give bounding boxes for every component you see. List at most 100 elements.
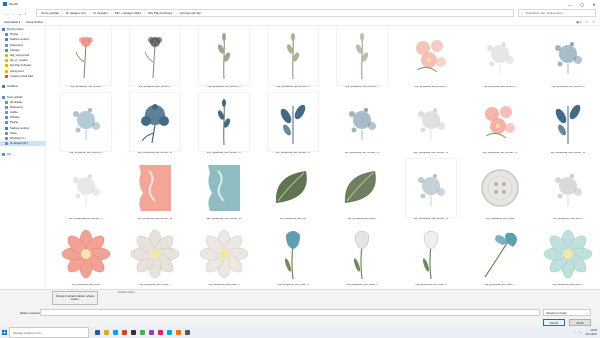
image-thumbnail <box>199 159 249 217</box>
file-tile[interactable]: dsp_springmood_elite_brushes_14 <box>400 93 462 159</box>
file-tile[interactable]: dsp_springmood_elite_leaf <box>262 159 324 225</box>
breadcrumb-item[interactable]: dt. designs (D:) <box>66 11 86 15</box>
image-thumbnail <box>199 225 249 283</box>
clock-date: 25.2.2021 <box>585 332 597 336</box>
taskbar-app-icon[interactable] <box>104 330 109 335</box>
taskbar-app-icon[interactable] <box>158 330 163 335</box>
volume-icon[interactable]: ◖ <box>580 331 582 334</box>
file-name: dsp_springmood_elite_leaf_2 <box>347 218 377 220</box>
clock[interactable]: 10:54 25.2.2021 <box>585 329 597 335</box>
file-tile[interactable]: dsp_springmood_elite_brushes_7 <box>469 27 531 93</box>
image-thumbnail <box>543 27 593 85</box>
file-tile[interactable]: dsp_springmood_elite_flower_2 <box>124 225 186 289</box>
dialog-footer: Chcete-li zobrazit náhled, vyberte soubo… <box>0 289 600 327</box>
file-tile[interactable]: dsp_springmood_elite_flower_5 <box>331 225 393 289</box>
search-input[interactable]: ⌕ Prohledat: dsp_springmood <box>518 9 596 17</box>
recent-dropdown-icon[interactable]: ⌄ <box>18 11 21 16</box>
filetype-select[interactable]: Všechny formáty ⌄ <box>543 309 591 316</box>
thumbnail-graphic <box>484 232 517 278</box>
cancel-button[interactable]: Zrušit <box>569 319 591 326</box>
image-thumbnail <box>268 225 318 283</box>
breadcrumb-separator-icon: › <box>175 11 177 15</box>
preview-pane-icon[interactable]: ▭ <box>585 20 588 24</box>
file-tile[interactable]: dsp_springmood_elite_brushes_16 <box>537 93 599 159</box>
organize-button[interactable]: Uspořádat ▾ <box>4 20 20 24</box>
minimize-button[interactable]: — <box>564 0 576 8</box>
file-name: dsp_springmood_elite_flower1 <box>553 218 583 220</box>
file-tile[interactable]: dsp_springmood_elite_brushes_13 <box>331 93 393 159</box>
breadcrumb-separator-icon: › <box>89 11 91 15</box>
help-icon[interactable]: ? <box>592 20 594 24</box>
file-tile[interactable]: dsp_springmood_elite_brushes_15 <box>469 93 531 159</box>
file-tile[interactable]: dsp_springmood_elite_flower1 <box>537 159 599 225</box>
up-icon[interactable]: ↑ <box>24 11 26 16</box>
file-tile[interactable]: dsp_springmood_elite_brushes_10 <box>124 93 186 159</box>
taskbar-search[interactable]: Hledejte zadáním textu <box>9 327 89 338</box>
breadcrumb-item[interactable]: Kits Play February <box>148 11 173 15</box>
taskbar-app-icon[interactable] <box>185 330 190 335</box>
close-button[interactable]: ✕ <box>588 0 600 8</box>
breadcrumb-separator-icon: › <box>61 11 63 15</box>
new-folder-button[interactable]: Nová složka <box>26 20 42 24</box>
taskbar-app-icon[interactable] <box>167 330 172 335</box>
file-tile[interactable]: dsp_springmood_elite_brushes_8 <box>537 27 599 93</box>
file-tile[interactable]: dsp_springmood_elite_brushes_19 <box>193 159 255 225</box>
thumbnail-graphic <box>217 99 231 146</box>
file-tile[interactable]: dsp_springmood_elite_flower <box>55 225 117 289</box>
taskbar-app-icon[interactable] <box>122 330 127 335</box>
file-name: dsp_springmood_elite_brushes_20 <box>413 218 449 220</box>
breadcrumb-item[interactable]: springmood dsp <box>180 11 201 15</box>
file-tile[interactable]: dsp_springmood_elite_brushes_2 <box>124 27 186 93</box>
file-name: dsp_springmood_elite_brushes_5 <box>345 86 379 88</box>
breadcrumb-item[interactable]: dt. designs <box>93 11 108 15</box>
file-tile[interactable]: dsp_springmood_elite_flower_6 <box>400 225 462 289</box>
sidebar-item-label: Stažené soubory <box>10 126 30 130</box>
image-thumbnail <box>130 93 180 151</box>
file-tile[interactable]: dsp_springmood_elite_brushes_4 <box>262 27 324 93</box>
taskbar-app-icon[interactable] <box>176 330 181 335</box>
forward-icon[interactable]: → <box>11 11 15 16</box>
file-tile[interactable]: dsp_springmood_elite_brushes_18 <box>124 159 186 225</box>
taskbar-app-icon[interactable] <box>140 330 145 335</box>
folder-icon <box>5 131 8 135</box>
file-tile[interactable]: dsp_springmood_elite_brushes_12 <box>262 93 324 159</box>
open-button[interactable]: Otevřít <box>543 319 565 326</box>
breadcrumb-item[interactable]: Kits + designs 2021 <box>115 11 141 15</box>
file-tile[interactable]: dsp_springmood_elite_flower_8 <box>537 225 599 289</box>
title-bar: Otevřít — ▢ ✕ <box>0 0 600 8</box>
file-tile[interactable]: dsp_springmood_elite_brushes_3 <box>193 27 255 93</box>
maximize-button[interactable]: ▢ <box>576 0 588 8</box>
taskbar-app-icon[interactable] <box>95 330 100 335</box>
thumbnail-graphic <box>130 229 180 279</box>
breadcrumb[interactable]: Tento počítač › dt. designs (D:) › dt. desig… <box>36 9 514 17</box>
file-tile[interactable]: dsp_springmood_elite_brushes_9 <box>55 93 117 159</box>
file-name: dsp_springmood_elite_brushes_18 <box>137 218 173 220</box>
file-tile[interactable]: dsp_springmood_elite_flower_4 <box>262 225 324 289</box>
back-icon[interactable]: ← <box>4 11 8 16</box>
taskbar-app-icon[interactable] <box>149 330 154 335</box>
folder-icon <box>5 100 8 104</box>
file-tile[interactable]: dsp_springmood_elite_brushes_11 <box>193 93 255 159</box>
file-tile[interactable]: dsp_springmood_elite_flower_3 <box>193 225 255 289</box>
file-tile[interactable]: dsp_springmood_elite_brushes_17 <box>55 159 117 225</box>
file-tile[interactable]: dsp_springmood_elite_brushes_5 <box>331 27 393 93</box>
thumbnail-graphic <box>141 104 169 144</box>
taskbar-app-icon[interactable] <box>113 330 118 335</box>
file-tile[interactable]: dsp_springmood_elite_flower_7 <box>469 225 531 289</box>
image-thumbnail <box>61 93 111 151</box>
windows-start-icon[interactable] <box>0 327 9 338</box>
breadcrumb-item[interactable]: Tento počítač <box>41 11 59 15</box>
filename-field[interactable] <box>40 309 540 316</box>
view-options-icon[interactable]: ▦ ▾ <box>576 20 581 24</box>
file-tile[interactable]: dsp_springmood_elite_brushes <box>55 27 117 93</box>
network-icon[interactable]: ◔ <box>574 331 576 334</box>
file-name: dsp_springmood_elite_brushes_7 <box>483 86 517 88</box>
file-tile[interactable]: dsp_springmood_elite_leaf_2 <box>331 159 393 225</box>
taskbar-app-icon[interactable] <box>131 330 136 335</box>
file-tile[interactable]: dsp_springmood_elite_button <box>469 159 531 225</box>
sidebar-item[interactable]: Síť <box>0 152 45 157</box>
sidebar-item-label: Dokumenty <box>10 43 24 47</box>
file-tile[interactable]: dsp_springmood_elite_brushes_20 <box>400 159 462 225</box>
file-tile[interactable]: dsp_springmood_elite_brushes_6 <box>400 27 462 93</box>
thumbnail-graphic <box>353 230 370 280</box>
